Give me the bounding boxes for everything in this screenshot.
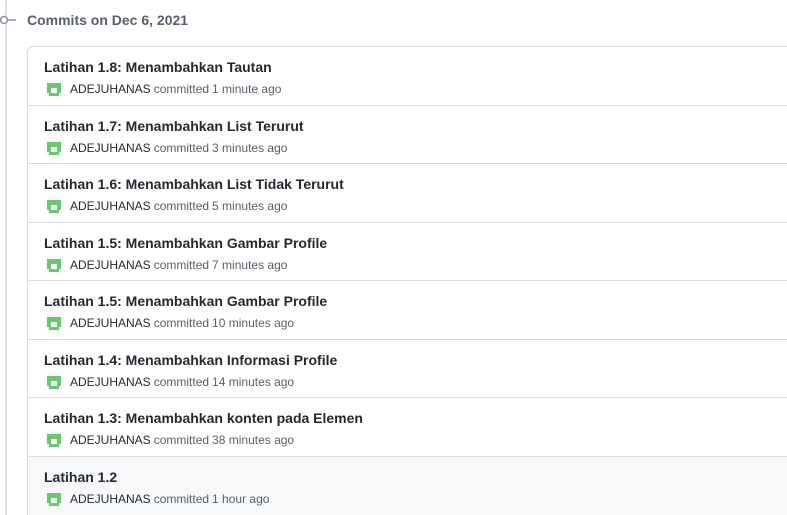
commit-time: 14 minutes ago [212,374,295,389]
commit-title-link[interactable]: Latihan 1.8: Menambahkan Tautan [44,58,787,76]
commits-page: Commits on Dec 6, 2021 Latihan 1.8: Mena… [0,0,787,515]
commit-author[interactable]: ADEJUHANAS [70,372,151,392]
avatar[interactable] [44,196,64,216]
commit-row: Latihan 1.7: Menambahkan List Terurut AD… [28,106,787,164]
avatar[interactable] [44,137,64,158]
commit-author[interactable]: ADEJUHANAS [70,255,151,275]
commit-row: Latihan 1.4: Menambahkan Informasi Profi… [28,340,787,398]
commit-time: 38 minutes ago [212,433,295,447]
commit-title-link[interactable]: Latihan 1.4: Menambahkan Informasi Profi… [44,351,787,369]
commit-time: 1 minute ago [212,82,282,96]
commit-time: 1 hour ago [212,491,270,506]
commit-action: committed [153,257,210,272]
commit-title-link[interactable]: Latihan 1.7: Menambahkan List Terurut [44,117,787,135]
commit-meta: ADEJUHANAS committed 1 minute ago [44,79,787,99]
commit-title-link[interactable]: Latihan 1.6: Menambahkan List Tidak Teru… [44,175,787,193]
commit-row: Latihan 1.5: Menambahkan Gambar Profile … [28,223,787,281]
commit-meta: ADEJUHANAS committed 38 minutes ago [44,430,787,450]
commit-author[interactable]: ADEJUHANAS [70,430,151,450]
commit-meta: ADEJUHANAS committed 7 minutes ago [44,254,787,275]
commit-title-link[interactable]: Latihan 1.5: Menambahkan Gambar Profile [44,292,787,310]
commit-title-link[interactable]: Latihan 1.3: Menambahkan konten pada Ele… [44,409,787,427]
commit-time: 5 minutes ago [212,199,288,213]
avatar[interactable] [44,430,64,450]
commit-list: Latihan 1.8: Menambahkan Tautan ADEJUHAN… [27,46,787,515]
commit-author[interactable]: ADEJUHANAS [70,489,151,509]
commit-group-heading: Commits on Dec 6, 2021 [27,12,189,28]
commit-action: committed [153,491,210,506]
commit-author[interactable]: ADEJUHANAS [70,79,151,99]
commit-row: Latihan 1.5: Menambahkan Gambar Profile … [28,281,787,340]
git-commit-icon [0,15,16,25]
commit-author[interactable]: ADEJUHANAS [70,313,151,333]
commit-row: Latihan 1.2 ADEJUHANAS committed 1 hour … [28,456,787,515]
avatar[interactable] [44,488,64,509]
commit-row: Latihan 1.8: Menambahkan Tautan ADEJUHAN… [28,47,787,106]
timeline-line [5,0,7,515]
commit-action: committed [153,82,210,96]
avatar[interactable] [44,313,64,333]
commit-meta: ADEJUHANAS committed 10 minutes ago [44,313,787,333]
commit-title-link[interactable]: Latihan 1.5: Menambahkan Gambar Profile [44,234,787,252]
commit-title-link[interactable]: Latihan 1.2 [44,468,787,486]
commit-action: committed [153,433,210,447]
commit-meta: ADEJUHANAS committed 3 minutes ago [44,137,787,158]
commit-author[interactable]: ADEJUHANAS [70,196,151,216]
commit-time: 3 minutes ago [212,140,288,155]
commit-action: committed [153,140,210,155]
commit-row: Latihan 1.3: Menambahkan konten pada Ele… [28,398,787,457]
commit-meta: ADEJUHANAS committed 5 minutes ago [44,196,787,216]
commit-meta: ADEJUHANAS committed 14 minutes ago [44,371,787,392]
commit-action: committed [153,199,210,213]
avatar[interactable] [44,371,64,392]
commit-time: 7 minutes ago [212,257,288,272]
avatar[interactable] [44,254,64,275]
avatar[interactable] [44,79,64,99]
commit-author[interactable]: ADEJUHANAS [70,138,151,158]
commit-time: 10 minutes ago [212,316,295,330]
commit-action: committed [153,374,210,389]
commit-meta: ADEJUHANAS committed 1 hour ago [44,488,787,509]
commit-action: committed [153,316,210,330]
commit-row: Latihan 1.6: Menambahkan List Tidak Teru… [28,164,787,223]
